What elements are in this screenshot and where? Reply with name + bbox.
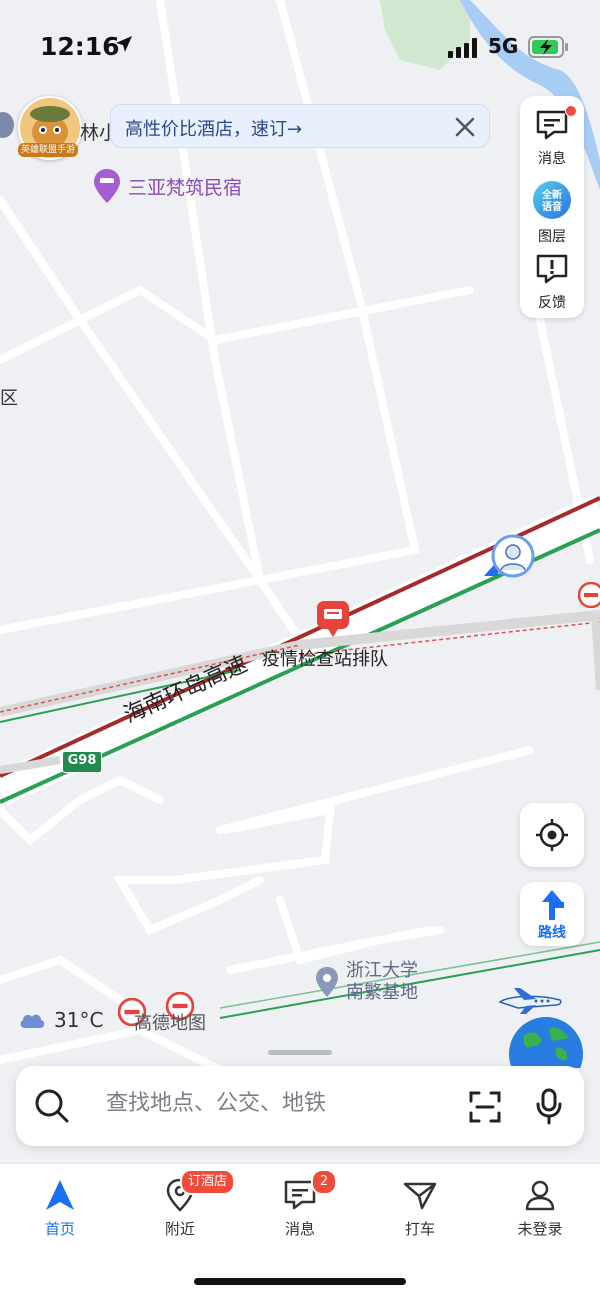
battery-charging-icon <box>528 36 568 58</box>
tab-nearby-label: 附近 <box>164 1220 195 1238</box>
route-button[interactable]: 路线 <box>520 882 584 946</box>
voice-layer-text-1: 全新 <box>541 188 562 201</box>
tab-taxi[interactable]: 打车 <box>380 1178 460 1239</box>
locate-me-button[interactable] <box>520 803 584 867</box>
layers-label: 图层 <box>538 229 566 245</box>
search-bar[interactable] <box>16 1066 584 1146</box>
feedback-button[interactable]: 反馈 <box>520 252 584 312</box>
highway-shield: G98 <box>62 751 102 773</box>
hotel-pin-icon <box>94 169 120 203</box>
location-pin-icon <box>316 967 338 997</box>
messages-label: 消息 <box>538 151 566 167</box>
poi-zju-line1: 浙江大学 <box>346 960 418 981</box>
user-icon <box>525 1180 555 1211</box>
banner-text: 高性价比酒店，速订→ <box>125 119 303 140</box>
tab-profile[interactable]: 未登录 <box>500 1178 580 1239</box>
checkpoint-label: 疫情检查站排队 <box>262 649 388 670</box>
poi-hotel[interactable]: 三亚梵筑民宿 <box>92 168 242 204</box>
hotel-promo-banner[interactable]: 高性价比酒店，速订→ <box>110 104 490 148</box>
voice-layer-text-2: 语音 <box>542 200 562 213</box>
layers-button[interactable]: 全新 语音 图层 <box>520 180 584 246</box>
hotel-booking-badge: 订酒店 <box>180 1169 236 1195</box>
location-arrow-icon <box>116 36 132 52</box>
tab-messages-label: 消息 <box>284 1220 315 1238</box>
map-side-panel: 消息 全新 语音 图层 反馈 <box>520 96 584 318</box>
airplane-icon <box>498 988 562 1014</box>
crosshair-icon <box>536 819 568 851</box>
feedback-label: 反馈 <box>538 295 566 311</box>
route-label: 路线 <box>538 925 566 941</box>
poi-zju-base[interactable]: 浙江大学 南繁基地 <box>314 960 418 1004</box>
map-label-district: 区 <box>0 388 18 409</box>
search-input[interactable] <box>104 1090 448 1117</box>
messages-button[interactable]: 消息 <box>520 108 584 168</box>
poi-hotel-name: 三亚梵筑民宿 <box>128 176 243 199</box>
network-type: 5G <box>488 34 519 58</box>
cloud-icon <box>20 1014 45 1028</box>
drawer-handle[interactable] <box>268 1050 332 1055</box>
unread-dot <box>565 105 577 117</box>
status-time: 12:16 <box>40 32 120 61</box>
taxi-icon <box>403 1182 437 1210</box>
microphone-icon[interactable] <box>534 1088 564 1126</box>
temperature: 31°C <box>54 1008 104 1032</box>
brand-watermark: 高德地图 <box>134 1013 206 1034</box>
scan-icon[interactable] <box>468 1090 502 1124</box>
route-arrow-icon <box>542 890 564 920</box>
globe-icon[interactable] <box>508 1016 584 1068</box>
tab-home[interactable]: 首页 <box>20 1178 100 1239</box>
tab-profile-label: 未登录 <box>517 1220 563 1238</box>
feedback-icon <box>536 254 568 284</box>
messages-count-badge: 2 <box>311 1169 337 1195</box>
search-icon <box>35 1089 69 1123</box>
signal-icon <box>448 38 477 58</box>
tab-taxi-label: 打车 <box>404 1220 435 1238</box>
close-icon[interactable] <box>451 113 479 141</box>
home-indicator <box>194 1278 406 1285</box>
tab-home-label: 首页 <box>44 1220 75 1238</box>
checkpoint-marker-icon[interactable] <box>316 600 350 638</box>
weather-widget[interactable]: 31°C <box>18 1008 103 1032</box>
user-location-marker[interactable] <box>480 532 540 582</box>
voice-layer-icon: 全新 语音 <box>533 181 571 219</box>
home-navigation-icon <box>46 1180 74 1210</box>
game-ad-label: 英雄联盟手游 <box>18 143 78 157</box>
poi-zju-line2: 南繁基地 <box>346 982 418 1003</box>
status-bar: 12:16 5G <box>0 22 600 72</box>
no-entry-sign-icon <box>578 582 600 608</box>
